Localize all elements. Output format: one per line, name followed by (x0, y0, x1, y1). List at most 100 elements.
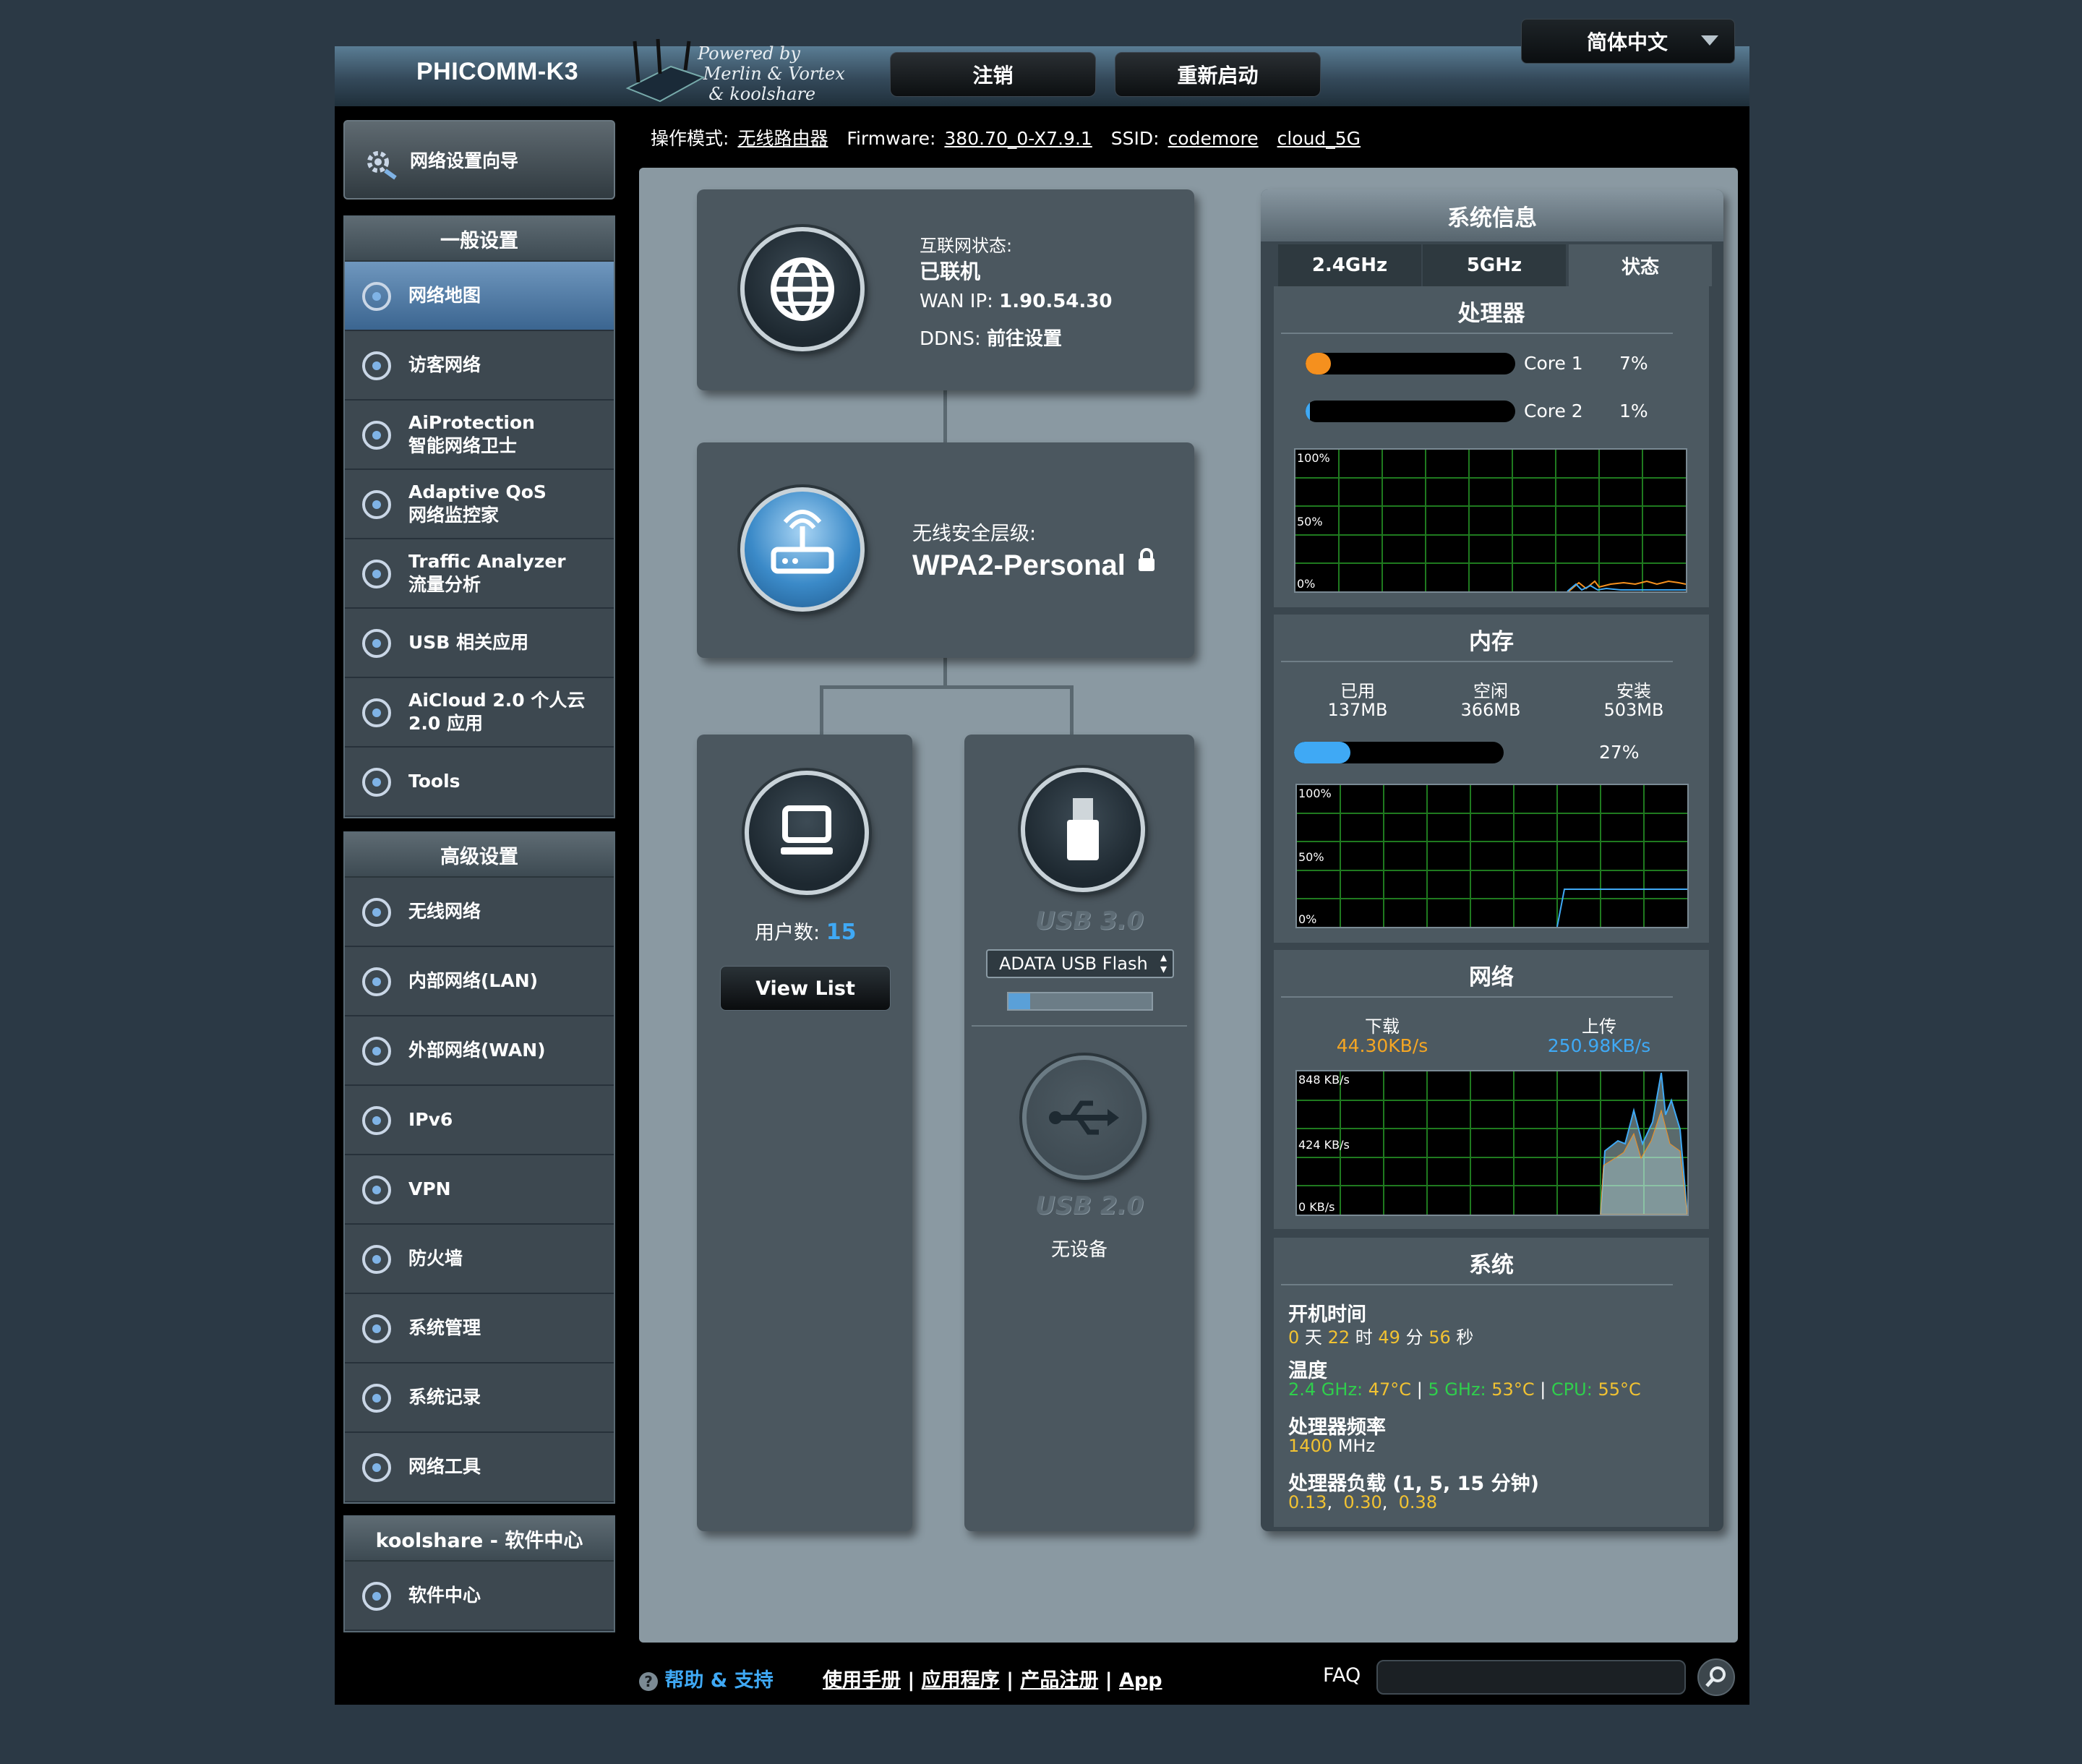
faq-search-input[interactable] (1376, 1660, 1686, 1695)
temp-24-label: 2.4 GHz: (1288, 1379, 1363, 1400)
usb3-device-select[interactable]: ADATA USB Flash ▴ ▾ (986, 949, 1174, 978)
usb2-status: 无设备 (1051, 1239, 1108, 1261)
ddns-link[interactable]: 前往设置 (987, 328, 1062, 350)
cpu-freq-number: 1400 (1288, 1436, 1333, 1456)
clients-button[interactable] (745, 771, 869, 895)
lan-icon (362, 967, 391, 996)
faq-search-button[interactable] (1697, 1658, 1735, 1696)
log-icon (362, 1384, 391, 1413)
general-item-7[interactable]: AiCloud 2.0 个人云 2.0 应用 (345, 678, 614, 748)
internet-status-value: 已联机 (920, 260, 981, 283)
advanced-item-4[interactable]: IPv6 (345, 1086, 614, 1155)
tab-status[interactable]: 状态 (1569, 244, 1712, 286)
apps-link[interactable]: 应用程序 (922, 1669, 1000, 1692)
connector-line (943, 390, 947, 442)
advanced-item-label: 内部网络(LAN) (408, 970, 539, 991)
advanced-item-5[interactable]: VPN (345, 1155, 614, 1225)
search-icon (1705, 1666, 1726, 1687)
select-arrows-icon: ▴ ▾ (1160, 950, 1167, 977)
internet-globe-button[interactable] (740, 227, 865, 351)
general-item-label: Adaptive QoS 网络监控家 (408, 481, 547, 526)
network-graph-label-mid: 424 KB/s (1298, 1138, 1350, 1152)
koolshare-menu: koolshare - 软件中心 软件中心 (343, 1515, 615, 1632)
logout-button[interactable]: 注销 (890, 52, 1096, 97)
core1-bar-fill (1306, 353, 1331, 374)
cloud-icon (362, 698, 391, 727)
advanced-item-label: 系统管理 (408, 1317, 481, 1338)
network-map-icon (362, 282, 391, 311)
memory-total-label: 安装 (1616, 681, 1651, 701)
usb2-button[interactable] (1022, 1056, 1147, 1180)
advanced-item-9[interactable]: 网络工具 (345, 1433, 614, 1502)
connector-line (943, 658, 947, 688)
globe-icon (771, 257, 834, 321)
general-item-5[interactable]: Traffic Analyzer 流量分析 (345, 539, 614, 609)
usb3-usage-bar (1007, 992, 1153, 1011)
memory-total-value: 503MB (1603, 700, 1664, 720)
core2-label: Core 2 (1524, 401, 1583, 421)
advanced-item-8[interactable]: 系统记录 (345, 1363, 614, 1433)
ssid-link-2[interactable]: cloud_5G (1277, 128, 1361, 149)
ddns-label: DDNS: (920, 328, 981, 350)
app-link[interactable]: App (1119, 1669, 1162, 1692)
general-item-1[interactable]: 网络地图 (345, 262, 614, 331)
wan-icon (362, 1037, 391, 1066)
manual-link[interactable]: 使用手册 (823, 1669, 901, 1692)
wan-ip-label: WAN IP: (920, 291, 993, 312)
advanced-item-2[interactable]: 内部网络(LAN) (345, 947, 614, 1016)
language-select[interactable]: 简体中文 (1521, 19, 1735, 64)
general-item-4[interactable]: Adaptive QoS 网络监控家 (345, 470, 614, 539)
advanced-item-7[interactable]: 系统管理 (345, 1294, 614, 1363)
tab-5ghz[interactable]: 5GHz (1423, 244, 1566, 286)
memory-free-label: 空闲 (1473, 681, 1508, 701)
koolshare-title: koolshare - 软件中心 (345, 1517, 614, 1562)
general-item-6[interactable]: USB 相关应用 (345, 609, 614, 678)
faq-label: FAQ (1323, 1664, 1361, 1687)
advanced-item-6[interactable]: 防火墙 (345, 1225, 614, 1294)
usb3-button[interactable] (1021, 768, 1145, 892)
system-title: 系统 (1469, 1252, 1514, 1278)
help-support-link[interactable]: ? 帮助 & 支持 (639, 1664, 774, 1692)
koolshare-item-1[interactable]: 软件中心 (345, 1562, 614, 1631)
general-item-3[interactable]: AiProtection 智能网络卫士 (345, 401, 614, 470)
advanced-item-1[interactable]: 无线网络 (345, 878, 614, 947)
tab-2-4ghz[interactable]: 2.4GHz (1278, 244, 1421, 286)
uptime-value: 0 天 22 时 49 分 56 秒 (1288, 1323, 1473, 1348)
advanced-item-3[interactable]: 外部网络(WAN) (345, 1016, 614, 1086)
advanced-settings-menu: 高级设置 无线网络 内部网络(LAN) 外部网络(WAN) IPv6 VPN 防火墙 系统管… (343, 831, 615, 1504)
mode-link[interactable]: 无线路由器 (737, 128, 828, 149)
firmware-link[interactable]: 380.70_0-X7.9.1 (944, 128, 1092, 149)
guest-network-icon (362, 351, 391, 380)
temp-cpu-value: 55°C (1598, 1379, 1641, 1400)
koolshare-item-label: 软件中心 (408, 1585, 481, 1606)
core1-percent: 7% (1619, 353, 1648, 374)
ssid-label: SSID: (1110, 128, 1160, 149)
general-item-8[interactable]: Tools (345, 748, 614, 817)
connector-line (820, 685, 823, 737)
wizard-gear-icon (367, 151, 397, 180)
footer-links: 使用手册 | 应用程序 | 产品注册 | App (823, 1669, 1162, 1692)
firmware-label: Firmware: (847, 128, 936, 149)
reboot-button[interactable]: 重新启动 (1115, 52, 1321, 97)
client-count-row: 用户数: 15 (755, 917, 856, 945)
brand-name: PHICOMM-K3 (416, 58, 579, 85)
load-15: 0.38 (1398, 1492, 1438, 1512)
memory-free-value: 366MB (1460, 700, 1521, 720)
cpu-graph-label-top: 100% (1297, 451, 1330, 465)
memory-percent: 27% (1599, 742, 1640, 763)
uptime-days-unit: 天 (1304, 1327, 1322, 1348)
setup-wizard-button[interactable]: 网络设置向导 (343, 120, 615, 200)
memory-rule (1281, 661, 1673, 662)
router-button[interactable] (740, 487, 865, 612)
register-link[interactable]: 产品注册 (1020, 1669, 1098, 1692)
view-list-button[interactable]: View List (720, 966, 891, 1011)
connector-line (1070, 685, 1074, 737)
usb-drive-icon (1067, 798, 1099, 860)
mode-label: 操作模式: (651, 128, 729, 149)
memory-title: 内存 (1469, 629, 1514, 655)
router-icon (771, 510, 834, 574)
temperature-values: 2.4 GHz: 47°C | 5 GHz: 53°C | CPU: 55°C (1288, 1379, 1641, 1400)
uptime-seconds-unit: 秒 (1456, 1327, 1474, 1348)
ssid-link-1[interactable]: codemore (1168, 128, 1259, 149)
general-item-2[interactable]: 访客网络 (345, 331, 614, 401)
